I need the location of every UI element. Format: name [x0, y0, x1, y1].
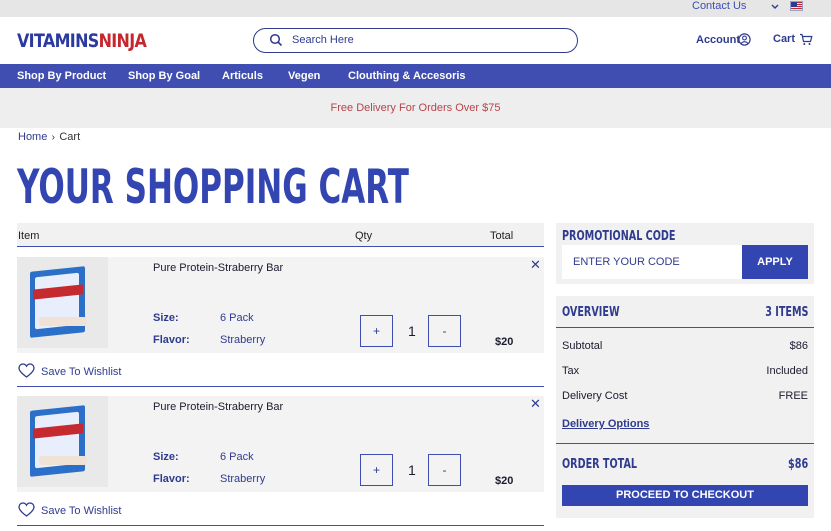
line-total: $20: [495, 475, 514, 487]
size-label: Size:: [153, 451, 179, 463]
subtotal-label: Subtotal: [562, 340, 603, 352]
product-image[interactable]: [17, 396, 108, 487]
promo-title: PROMOTIONAL CODE: [562, 229, 676, 244]
nav-item-clothing[interactable]: Clouthing & Accesoris: [348, 70, 466, 82]
qty-value: 1: [408, 323, 416, 339]
flavor-value: Straberry: [220, 334, 266, 346]
divider: [556, 327, 814, 328]
free-delivery-banner: Free Delivery For Orders Over $75: [0, 88, 831, 128]
order-overview-panel: OVERVIEW 3 ITEMS Subtotal $86 Tax Includ…: [556, 296, 814, 518]
cart-link[interactable]: Cart: [773, 33, 795, 46]
size-label: Size:: [153, 312, 179, 324]
product-name[interactable]: Pure Protein-Straberry Bar: [153, 400, 303, 414]
delivery-options-link[interactable]: Delivery Options: [562, 418, 649, 430]
qty-value: 1: [408, 462, 416, 478]
promo-code-panel: PROMOTIONAL CODE ENTER YOUR CODE APPLY: [556, 223, 814, 284]
search-icon: [269, 33, 283, 47]
banner-text: Free Delivery For Orders Over $75: [330, 102, 501, 114]
size-value: 6 Pack: [220, 451, 254, 463]
site-header: VITAMINSNINJA Search Here Account Cart: [0, 17, 831, 64]
flavor-label: Flavor:: [153, 473, 190, 485]
tax-label: Tax: [562, 365, 580, 377]
order-total-value: $86: [787, 457, 808, 472]
column-total: Total: [490, 230, 514, 242]
heart-icon[interactable]: [18, 363, 35, 379]
apply-button[interactable]: APPLY: [742, 245, 808, 279]
column-qty: Qty: [355, 230, 373, 242]
page-title: YOUR SHOPPING CART: [17, 160, 409, 215]
qty-decrease-button[interactable]: -: [428, 454, 461, 486]
nav-item-articles[interactable]: Articuls: [222, 70, 263, 82]
size-value: 6 Pack: [220, 312, 254, 324]
cart-table-header: Item Qty Total: [17, 223, 544, 247]
cart-item-row: Pure Protein-Straberry Bar Size: 6 Pack …: [17, 257, 544, 387]
user-circle-icon[interactable]: [738, 33, 751, 46]
delivery-value: FREE: [778, 390, 808, 402]
column-item: Item: [18, 230, 40, 242]
search-placeholder: Search Here: [292, 34, 354, 46]
chevron-down-icon[interactable]: [770, 2, 780, 11]
product-image[interactable]: [17, 257, 108, 348]
proceed-to-checkout-button[interactable]: PROCEED TO CHECKOUT: [562, 485, 808, 506]
items-count: 3 ITEMS: [764, 305, 808, 320]
delivery-label: Delivery Cost: [562, 390, 628, 402]
top-utility-bar: Contact Us: [0, 0, 831, 17]
save-to-wishlist-link[interactable]: Save To Wishlist: [41, 505, 122, 517]
contact-us-link[interactable]: Contact Us: [692, 0, 746, 13]
chevron-right-icon: ›: [51, 132, 56, 143]
qty-increase-button[interactable]: +: [360, 315, 393, 347]
overview-title: OVERVIEW: [562, 305, 620, 320]
product-name[interactable]: Pure Protein-Straberry Bar: [153, 261, 303, 275]
flavor-value: Straberry: [220, 473, 266, 485]
nav-item-shop-by-product[interactable]: Shop By Product: [17, 70, 106, 82]
tax-value: Included: [766, 365, 808, 377]
heart-icon[interactable]: [18, 502, 35, 518]
qty-decrease-button[interactable]: -: [428, 315, 461, 347]
subtotal-value: $86: [789, 340, 808, 352]
cart-icon[interactable]: [799, 33, 813, 46]
save-to-wishlist-link[interactable]: Save To Wishlist: [41, 366, 122, 378]
close-icon[interactable]: ✕: [530, 397, 541, 411]
promo-placeholder: ENTER YOUR CODE: [573, 256, 680, 268]
breadcrumb-current: Cart: [59, 131, 81, 143]
close-icon[interactable]: ✕: [530, 258, 541, 272]
order-total-label: ORDER TOTAL: [562, 457, 638, 472]
us-flag-icon[interactable]: [790, 1, 803, 11]
qty-increase-button[interactable]: +: [360, 454, 393, 486]
flavor-label: Flavor:: [153, 334, 190, 346]
divider: [556, 443, 814, 444]
line-total: $20: [495, 336, 514, 348]
breadcrumb: Home › Cart: [18, 131, 80, 144]
main-nav: Shop By Product Shop By Goal Articuls Ve…: [0, 64, 831, 88]
cart-item-row: Pure Protein-Straberry Bar Size: 6 Pack …: [17, 396, 544, 526]
site-logo[interactable]: VITAMINSNINJA: [17, 30, 147, 52]
nav-item-vegan[interactable]: Vegen: [288, 70, 320, 82]
account-link[interactable]: Account: [696, 34, 740, 47]
search-input[interactable]: Search Here: [253, 28, 578, 53]
nav-item-shop-by-goal[interactable]: Shop By Goal: [128, 70, 200, 82]
breadcrumb-home[interactable]: Home: [18, 131, 47, 143]
promo-code-input[interactable]: ENTER YOUR CODE: [562, 245, 742, 279]
